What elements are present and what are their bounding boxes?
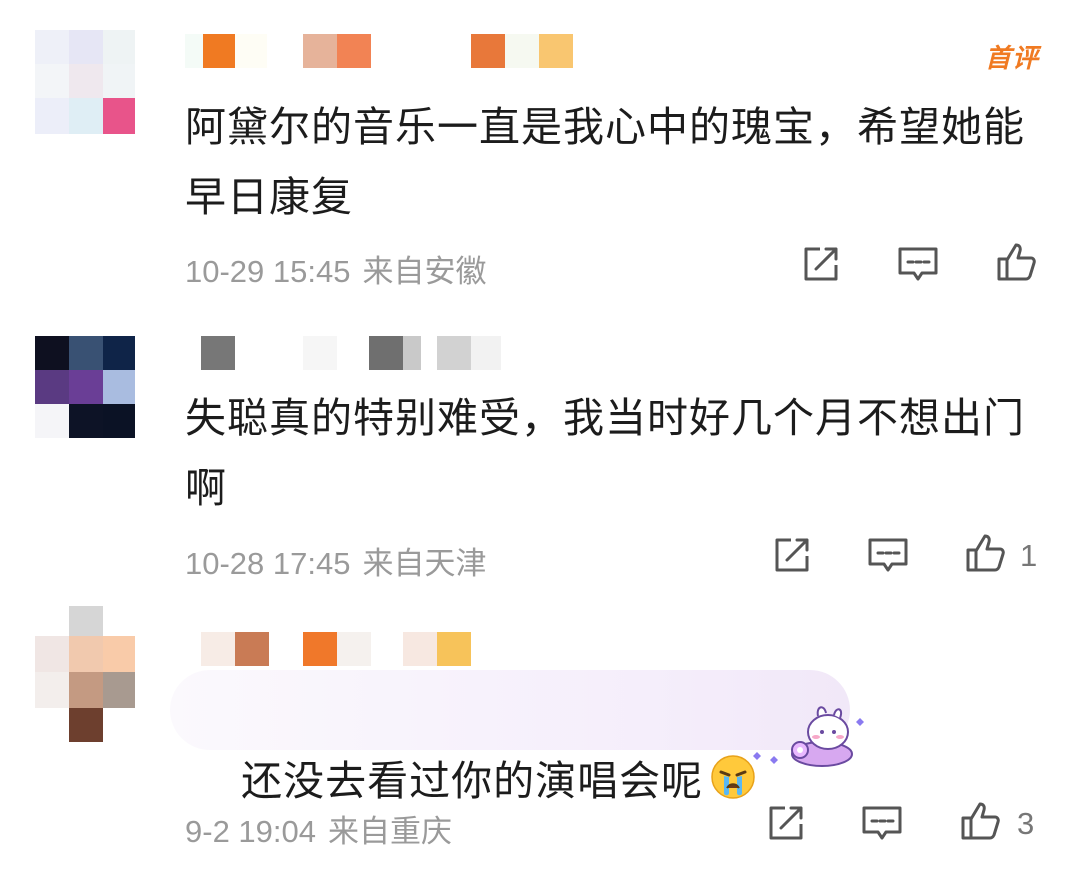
share-icon[interactable]: [769, 532, 815, 578]
comment-meta: 9-2 19:04 来自重庆: [185, 806, 452, 851]
avatar[interactable]: [35, 30, 135, 135]
crying-face-icon: [709, 752, 757, 800]
username-redacted[interactable]: [185, 336, 605, 370]
comment-location: 来自天津: [362, 546, 487, 582]
comment-icon[interactable]: [859, 800, 905, 846]
comment-time: 10-28 17:45: [185, 546, 351, 581]
comment-text-content: 还没去看过你的演唱会呢: [241, 757, 704, 805]
comment-location: 来自安徽: [362, 254, 487, 290]
avatar[interactable]: [35, 606, 135, 742]
thumbs-up-icon[interactable]: [962, 530, 1008, 576]
comment-text: 阿黛尔的音乐一直是我心中的瑰宝，希望她能早日康复: [185, 103, 1025, 221]
comment-time: 9-2 19:04: [185, 814, 316, 849]
comment-text: 失聪真的特别难受，我当时好几个月不想出门啊: [185, 394, 1025, 512]
first-comment-badge: 首评: [984, 44, 1039, 74]
username-redacted[interactable]: [185, 34, 605, 68]
thumbs-up-icon[interactable]: [957, 798, 1003, 844]
comment-time: 10-29 15:45: [185, 254, 351, 289]
comment-meta: 10-29 15:45 来自安徽: [185, 246, 486, 291]
comment-location: 来自重庆: [328, 814, 452, 850]
bunny-sticker-icon: [752, 702, 872, 772]
like-count: 3: [1017, 806, 1035, 841]
comment-icon[interactable]: [895, 241, 941, 287]
comment-icon[interactable]: [865, 532, 911, 578]
thumbs-up-icon[interactable]: [993, 239, 1039, 285]
share-icon[interactable]: [763, 800, 809, 846]
share-icon[interactable]: [798, 241, 844, 287]
avatar[interactable]: [35, 336, 135, 441]
like-count: 1: [1020, 538, 1038, 573]
comment-text: 还没去看过你的演唱会呢: [185, 676, 1045, 886]
comment-meta: 10-28 17:45 来自天津: [185, 538, 486, 583]
username-redacted[interactable]: [185, 632, 605, 666]
